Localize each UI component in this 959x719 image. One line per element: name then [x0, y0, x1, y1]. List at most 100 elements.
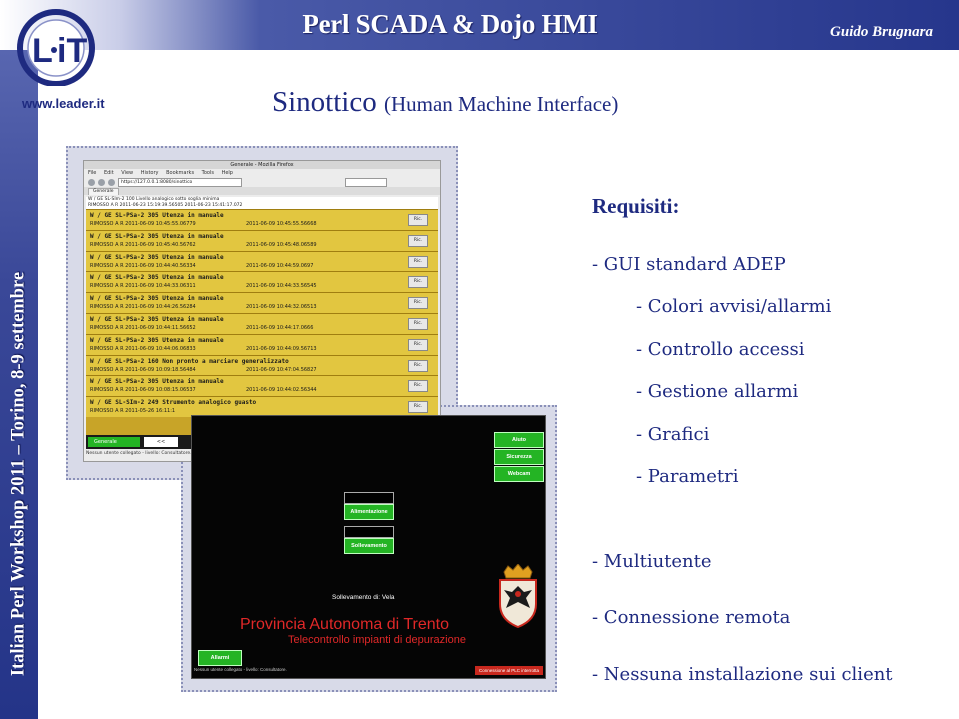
alarm-detail: RIMOSSO A R 2011-06-09 10:44:26.56284	[90, 304, 196, 311]
organization-subtitle: Telecontrollo impianti di depurazione	[288, 634, 466, 646]
alarm-list: W / GE SL-SIm-2 100 Livello analogico so…	[86, 197, 438, 435]
acknowledge-button[interactable]: Ric.	[408, 214, 428, 226]
alarm-end-time: 2011-06-09 10:44:09.56713	[246, 345, 317, 352]
alarm-detail: RIMOSSO A R 2011-05-26 16:11:1	[90, 408, 176, 415]
alarm-detail: RIMOSSO A R 2011-06-09 10:45:55.06779	[90, 221, 196, 227]
alarm-title: W / GE SL-PSa-2 305 Utenza in manuale	[90, 232, 224, 240]
slide-title: Perl SCADA & Dojo HMI	[302, 9, 598, 39]
alarm-title: W / GE SL-PSa-2 305 Utenza in manuale	[90, 212, 224, 219]
alarm-row: W / GE SL-PSa-2 305 Utenza in manuale RIM…	[86, 209, 438, 230]
hmi-window: Aiuto Sicurezza Webcam Alimentazione Sol…	[191, 415, 546, 679]
sidebar-event-label: Italian Perl Workshop 2011 – Torino, 8-9…	[8, 271, 29, 677]
organization-name: Provincia Autonoma di Trento	[240, 616, 450, 633]
bullet-item: - Grafici	[636, 424, 710, 445]
slide-subtitle: Sinottico (Human Machine Interface)	[272, 86, 618, 119]
generale-button[interactable]: Generale	[88, 437, 140, 447]
alarm-detail: RIMOSSO A R 2011-06-09 10:09:18.56484	[90, 366, 196, 373]
coat-of-arms-icon	[499, 564, 537, 628]
alarm-detail: RIMOSSO A R 2011-06-09 10:44:40.56334	[90, 262, 196, 269]
subtitle-paren: (Human Machine Interface)	[383, 92, 619, 116]
alarm-row: W / GE SL-PSa-2 305 Utenza in manuale RIM…	[86, 229, 438, 251]
alarm-detail: RIMOSSO A R 2011-06-09 10:44:33.06311	[90, 283, 196, 290]
alarm-row: W / GE SL-PSa-2 305 Utenza in manuale RIM…	[86, 333, 438, 355]
svg-text:L: L	[32, 32, 53, 70]
alarm-list-header: W / GE SL-SIm-2 100 Livello analogico so…	[86, 197, 438, 209]
acknowledge-button[interactable]: Ric.	[408, 380, 428, 393]
acknowledge-button[interactable]: Ric.	[408, 276, 428, 289]
tab-generale[interactable]: Generale	[88, 188, 119, 195]
menu-history[interactable]: History	[141, 170, 159, 176]
alarms-button[interactable]: Allarmi	[198, 650, 242, 666]
help-button[interactable]: Aiuto	[494, 432, 544, 448]
bullet-item: - Controllo accessi	[636, 339, 805, 360]
bullet-item: - Nessuna installazione sui client	[592, 664, 893, 685]
alarm-row: W / GE SL-PSa-2 305 Utenza in manuale RIM…	[86, 375, 438, 397]
alarm-end-time: 2011-06-09 10:44:59.0697	[246, 262, 314, 269]
alarm-detail: RIMOSSO A R 2011-06-09 10:45:40.56762	[90, 241, 196, 248]
alarm-row: W / GE SL-SIm-2 249 Strumento analogico …	[86, 396, 438, 417]
forward-icon[interactable]	[98, 178, 105, 186]
back-icon[interactable]	[88, 178, 95, 186]
alarm-row: W / GE SL-PSa-2 305 Utenza in manuale RIM…	[86, 312, 438, 334]
bullet-item: - Colori avvisi/allarmi	[636, 296, 832, 317]
alarm-end-time: 2011-06-09 10:44:02.56344	[246, 387, 317, 394]
sollevamento-button[interactable]: Sollevamento	[344, 538, 394, 554]
bullet-item: - Multiutente	[592, 551, 712, 572]
search-input[interactable]	[345, 177, 387, 187]
security-button[interactable]: Sicurezza	[494, 449, 544, 465]
webcam-button[interactable]: Webcam	[494, 466, 544, 482]
alarm-end-time: 2011-06-09 10:45:55.56668	[246, 221, 317, 227]
alarm-title: W / GE SL-PSa-2 305 Utenza in manuale	[90, 336, 224, 344]
alarm-title: W / GE SL-PSa-2 305 Utenza in manuale	[90, 378, 224, 386]
alarm-title: W / GE SL-PSa-2 160 Non pronto a marciar…	[90, 357, 289, 365]
alarm-detail: RIMOSSO A R 2011-06-09 10:08:15.06537	[90, 387, 196, 394]
bullet-item: - GUI standard ADEP	[592, 254, 786, 275]
acknowledge-button[interactable]: Ric.	[408, 297, 428, 310]
alarm-title: W / GE SL-PSa-2 305 Utenza in manuale	[90, 253, 224, 261]
reload-icon[interactable]	[108, 178, 115, 186]
acknowledge-button[interactable]: Ric.	[408, 255, 428, 268]
alarm-end-time: 2011-06-09 10:47:04.56827	[246, 366, 317, 373]
alimentazione-button[interactable]: Alimentazione	[344, 504, 394, 520]
alarm-detail: RIMOSSO A R 2011-06-09 10:44:06.06833	[90, 345, 196, 352]
acknowledge-button[interactable]: Ric.	[408, 234, 428, 247]
alarm-row: W / GE SL-PSa-2 305 Utenza in manuale RIM…	[86, 271, 438, 293]
firefox-menubar: File Edit View History Bookmarks Tools H…	[84, 169, 440, 177]
alarm-end-time: 2011-06-09 10:44:33.56545	[246, 283, 317, 290]
acknowledge-button[interactable]: Ric.	[408, 401, 428, 414]
logo-url[interactable]: www.leader.it	[22, 96, 105, 111]
alarm-row: W / GE SL-PSa-2 305 Utenza in manuale RIM…	[86, 292, 438, 313]
menu-tools[interactable]: Tools	[202, 170, 214, 176]
requirements-title: Requisiti:	[592, 194, 680, 218]
firefox-title: Generale - Mozilla Firefox	[84, 161, 440, 169]
alarm-row: W / GE SL-PSa-2 305 Utenza in manuale RIM…	[86, 250, 438, 272]
indicator-slot	[344, 492, 394, 504]
leader-logo: L iT	[17, 9, 95, 86]
alarm-end-time: 2011-06-09 10:45:48.06589	[246, 241, 317, 248]
plc-status-badge: Connessione al PLC interrotta	[475, 666, 543, 675]
location-label: Sollevamento di: Vela	[332, 594, 395, 601]
menu-bookmarks[interactable]: Bookmarks	[166, 170, 194, 176]
url-bar[interactable]: https://127.0.0.1:8080/sinottico	[118, 177, 242, 187]
alarm-title: W / GE SL-PSa-2 305 Utenza in manuale	[90, 295, 224, 303]
alarm-title: W / GE SL-SIm-2 249 Strumento analogico …	[90, 399, 257, 407]
firefox-navbar: https://127.0.0.1:8080/sinottico	[84, 177, 440, 187]
hmi-status: Nessun utente collegato - livello: Consu…	[194, 667, 287, 672]
menu-edit[interactable]: Edit	[104, 170, 114, 176]
alarm-end-time: 2011-06-09 10:44:17.0666	[246, 324, 314, 331]
author-name: Guido Brugnara	[830, 24, 933, 40]
svg-text:iT: iT	[57, 32, 87, 70]
indicator-slot	[344, 526, 394, 538]
previous-page-button[interactable]: <<	[144, 437, 178, 447]
menu-help[interactable]: Help	[222, 170, 233, 176]
sidebar-event-text: Italian Perl Workshop 2011 – Torino, 8-9…	[0, 236, 38, 712]
firefox-status: Nessun utente collegato - livello: Consu…	[86, 451, 192, 456]
acknowledge-button[interactable]: Ric.	[408, 359, 428, 372]
alarm-title: W / GE SL-PSa-2 305 Utenza in manuale	[90, 315, 224, 323]
alarm-detail: RIMOSSO A R 2011-06-09 10:44:11.56652	[90, 324, 196, 331]
menu-file[interactable]: File	[88, 170, 96, 176]
menu-view[interactable]: View	[121, 170, 133, 176]
acknowledge-button[interactable]: Ric.	[408, 338, 428, 351]
acknowledge-button[interactable]: Ric.	[408, 317, 428, 330]
alarm-end-time: 2011-06-09 10:44:32.06513	[246, 304, 317, 311]
